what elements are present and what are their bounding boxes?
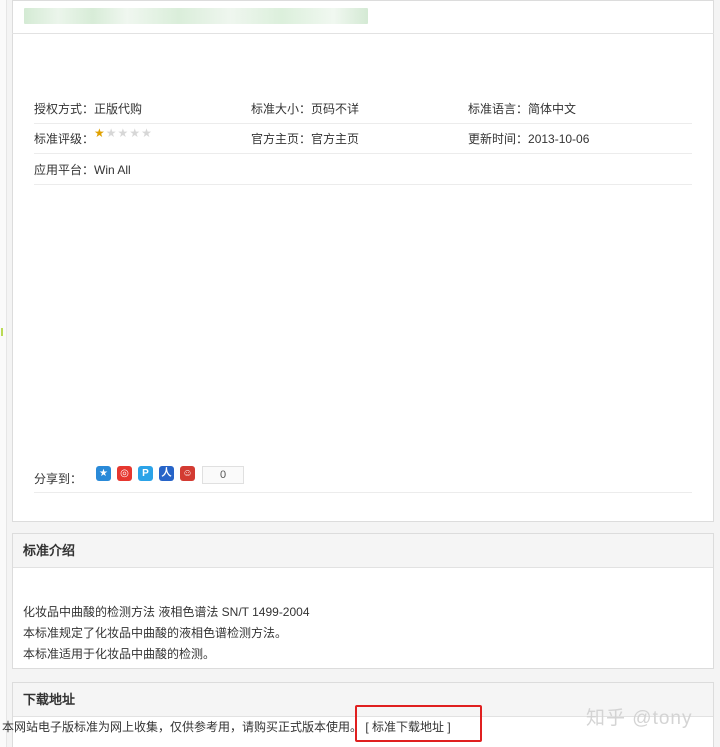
language-value: 简体中文	[528, 102, 577, 116]
rating-stars: ★★★★★	[94, 126, 153, 140]
language-label: 标准语言：	[468, 102, 529, 116]
star-empty-icon: ★	[105, 126, 118, 140]
watermark: 知乎 @tony	[586, 708, 693, 729]
intro-section: 标准介绍 化妆品中曲酸的检测方法 液相色谱法 SN/T 1499-2004 本标…	[12, 533, 714, 669]
info-row-1: 授权方式：正版代购 标准大小：页码不详 标准语言：简体中文	[34, 93, 692, 124]
auth-field: 授权方式：正版代购	[34, 100, 142, 117]
intro-line-2: 本标准规定了化妆品中曲酸的液相色谱检测方法。	[23, 626, 288, 640]
download-notice: 本网站电子版标准为网上收集，仅供参考用，请购买正式版本使用。	[2, 720, 363, 734]
size-label: 标准大小：	[251, 102, 312, 116]
updated-value: 2013-10-06	[528, 132, 590, 146]
edge-marker	[1, 328, 3, 336]
blurred-page-title	[24, 8, 368, 24]
star-empty-icon: ★	[129, 126, 142, 140]
intro-line-3: 本标准适用于化妆品中曲酸的检测。	[23, 647, 216, 661]
details-panel	[12, 0, 714, 522]
baidu-icon[interactable]: 人	[159, 466, 174, 481]
share-count: 0	[202, 466, 244, 484]
homepage-link[interactable]: 官方主页	[311, 132, 359, 146]
tencent-weibo-icon[interactable]: P	[138, 466, 153, 481]
info-row-3: 应用平台：Win All	[34, 154, 692, 185]
updated-label: 更新时间：	[468, 132, 529, 146]
homepage-label: 官方主页：	[251, 132, 312, 146]
intro-line-1: 化妆品中曲酸的检测方法 液相色谱法 SN/T 1499-2004	[23, 605, 310, 619]
language-field: 标准语言：简体中文	[468, 100, 576, 117]
platform-field: 应用平台：Win All	[34, 161, 131, 178]
auth-label: 授权方式：	[34, 102, 95, 116]
size-value: 页码不详	[311, 102, 360, 116]
star-empty-icon: ★	[117, 126, 130, 140]
platform-label: 应用平台：	[34, 163, 95, 177]
share-label: 分享到：	[34, 472, 83, 486]
platform-value: Win All	[94, 163, 131, 177]
qzone-icon[interactable]: ★	[96, 466, 111, 481]
size-field: 标准大小：页码不详	[251, 100, 359, 117]
share-row: 分享到： ★ ◎ P 人 ☺ 0	[34, 462, 692, 493]
left-edge-strip	[0, 0, 7, 747]
auth-value: 正版代购	[94, 102, 143, 116]
homepage-field: 官方主页：官方主页	[251, 130, 359, 147]
weibo-icon[interactable]: ◎	[117, 466, 132, 481]
star-filled-icon: ★	[94, 126, 106, 140]
info-row-2: 标准评级：★★★★★ 官方主页：官方主页 更新时间：2013-10-06	[34, 123, 692, 154]
title-divider	[12, 33, 714, 34]
updated-field: 更新时间：2013-10-06	[468, 130, 589, 147]
highlight-box	[355, 705, 482, 742]
rating-label: 标准评级：	[34, 132, 95, 146]
share-icons: ★ ◎ P 人 ☺	[96, 466, 195, 481]
intro-heading: 标准介绍	[13, 534, 713, 568]
renren-icon[interactable]: ☺	[180, 466, 195, 481]
star-empty-icon: ★	[141, 126, 153, 140]
rating-field: 标准评级：★★★★★	[34, 126, 153, 147]
